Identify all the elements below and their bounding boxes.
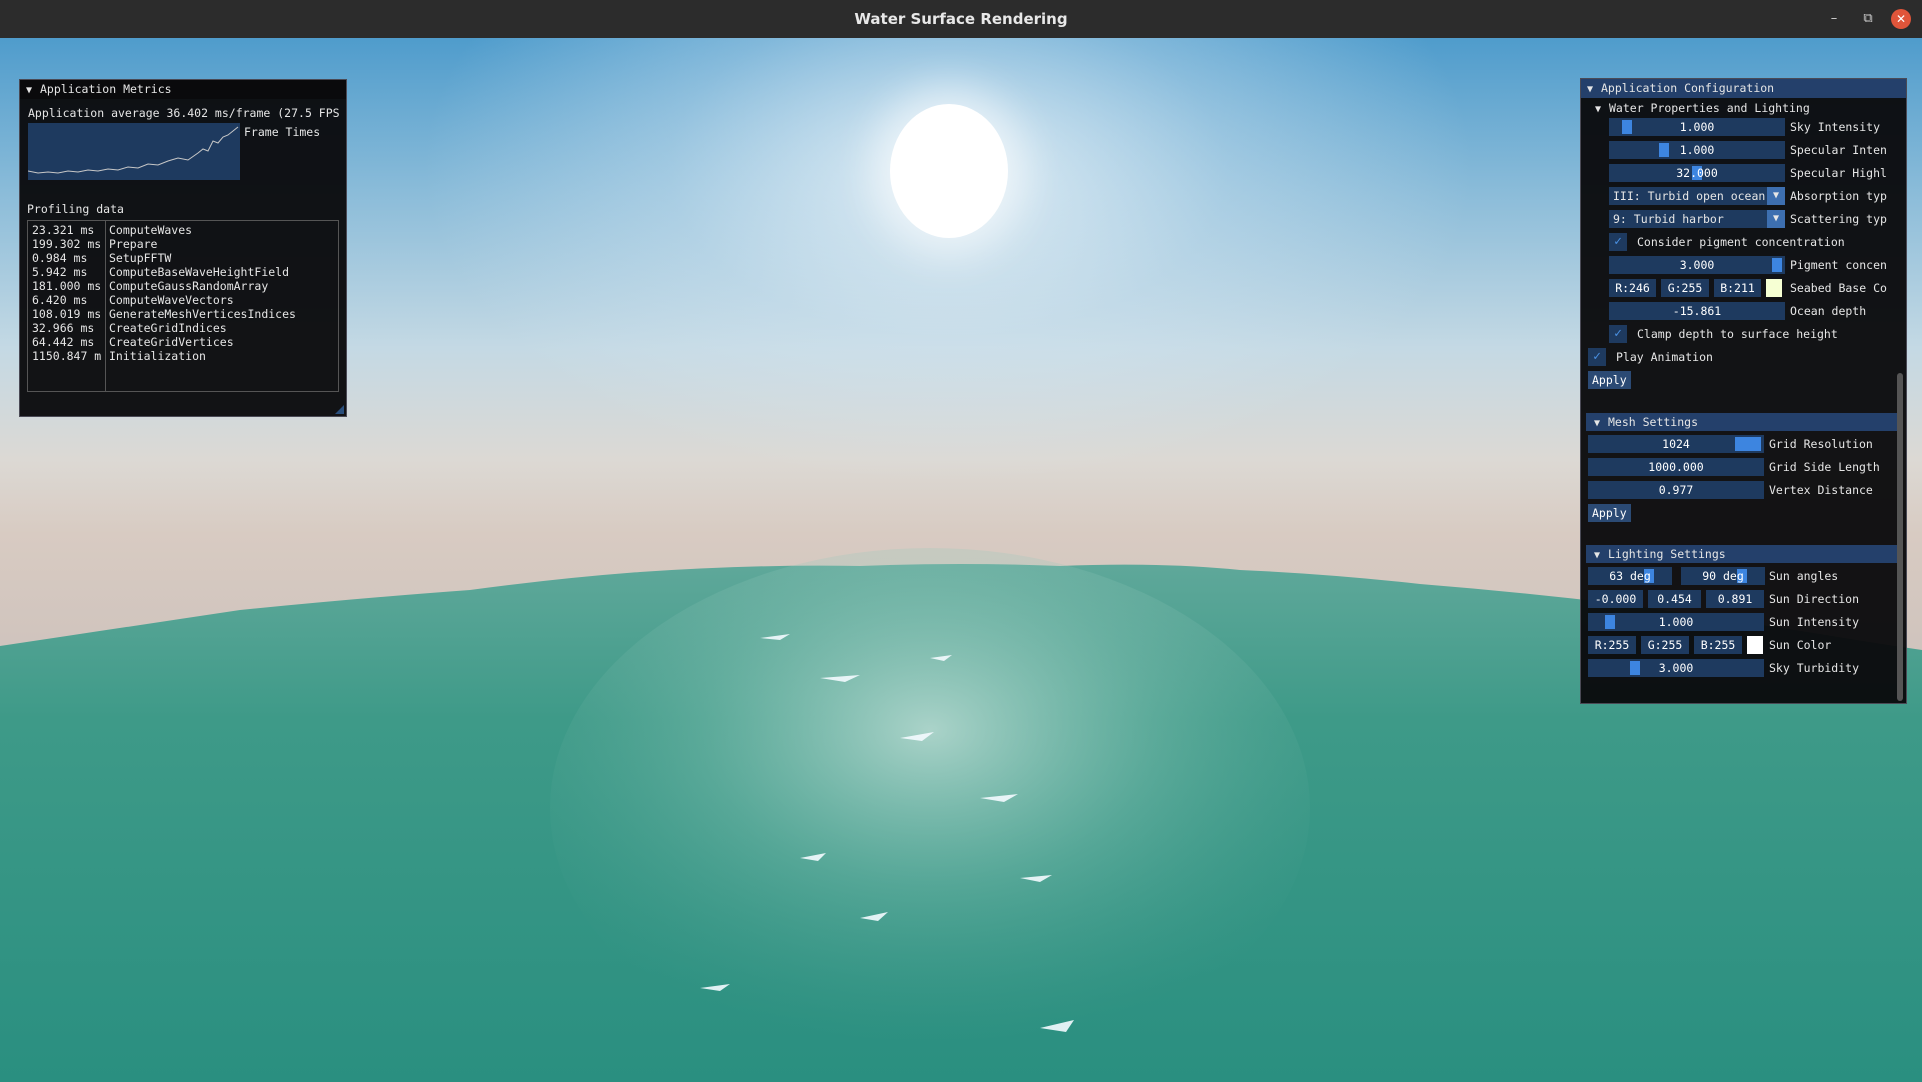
clamp-depth-label: Clamp depth to surface height bbox=[1637, 327, 1838, 341]
seabed-color-swatch[interactable] bbox=[1766, 279, 1782, 297]
profiling-table: 23.321 ms ComputeWaves 199.302 ms Prepare 0.… bbox=[27, 220, 339, 392]
sky-turbidity-slider[interactable]: 3.000 bbox=[1588, 659, 1764, 677]
slider-grab[interactable] bbox=[1605, 615, 1615, 629]
frame-times-line bbox=[27, 126, 239, 174]
mesh-section-header[interactable]: ▼ Mesh Settings bbox=[1586, 413, 1901, 431]
slider-grab[interactable] bbox=[1659, 143, 1669, 157]
config-scrollbar[interactable] bbox=[1897, 373, 1903, 701]
scattering-type-combo[interactable]: 9: Turbid harbor ▼ bbox=[1609, 210, 1785, 228]
close-button[interactable]: ✕ bbox=[1891, 9, 1911, 29]
scattering-type-label: Scattering typ bbox=[1790, 212, 1887, 226]
sky-intensity-slider[interactable]: 1.000 bbox=[1609, 118, 1785, 136]
pigment-checkbox[interactable]: ✓ bbox=[1609, 233, 1627, 251]
collapse-arrow-icon[interactable]: ▼ bbox=[1594, 415, 1608, 433]
grid-resolution-slider[interactable]: 1024 bbox=[1588, 435, 1764, 453]
seabed-color-label: Seabed Base Co bbox=[1790, 281, 1887, 295]
grid-side-length-field[interactable]: 1000.000 bbox=[1588, 458, 1764, 476]
vertex-distance-field[interactable]: 0.977 bbox=[1588, 481, 1764, 499]
sun-angles-label: Sun angles bbox=[1769, 569, 1839, 583]
absorption-type-label: Absorption typ bbox=[1790, 189, 1887, 203]
grid-resolution-label: Grid Resolution bbox=[1769, 437, 1873, 451]
apply-water-button[interactable]: Apply bbox=[1588, 371, 1631, 389]
apply-mesh-button[interactable]: Apply bbox=[1588, 504, 1631, 522]
collapse-arrow-icon[interactable]: ▼ bbox=[1594, 547, 1608, 565]
specular-intensity-label: Specular Inten bbox=[1790, 143, 1887, 157]
sun-intensity-label: Sun Intensity bbox=[1769, 615, 1860, 629]
metrics-title: Application Metrics bbox=[40, 82, 172, 96]
sun-color-g-field[interactable]: G:255 bbox=[1641, 636, 1689, 654]
lighting-section-header[interactable]: ▼ Lighting Settings bbox=[1586, 545, 1901, 563]
specular-highlights-slider[interactable]: 32.000 bbox=[1609, 164, 1785, 182]
slider-grab[interactable] bbox=[1630, 661, 1640, 675]
collapse-arrow-icon[interactable]: ▼ bbox=[26, 81, 40, 100]
profiling-title: Profiling data bbox=[27, 202, 124, 216]
sun-direction-y-field[interactable]: 0.454 bbox=[1648, 590, 1701, 608]
checkmark-icon: ✓ bbox=[1593, 349, 1601, 364]
table-row: 1150.847 m Initialization bbox=[28, 348, 338, 365]
sun-angle-2-slider[interactable]: 90 deg bbox=[1681, 567, 1765, 585]
sun-color-b-field[interactable]: B:255 bbox=[1694, 636, 1742, 654]
checkmark-icon: ✓ bbox=[1614, 234, 1622, 249]
specular-intensity-slider[interactable]: 1.000 bbox=[1609, 141, 1785, 159]
metrics-window[interactable]: ▼ Application Metrics Application average… bbox=[19, 79, 347, 417]
sun-color-label: Sun Color bbox=[1769, 638, 1832, 652]
seabed-r-field[interactable]: R:246 bbox=[1609, 279, 1656, 297]
collapse-arrow-icon[interactable]: ▼ bbox=[1595, 101, 1609, 119]
minimize-button[interactable]: – bbox=[1824, 9, 1844, 29]
config-window[interactable]: ▼ Application Configuration ▼ Water Proper… bbox=[1580, 78, 1907, 704]
vertex-distance-label: Vertex Distance bbox=[1769, 483, 1873, 497]
collapse-arrow-icon[interactable]: ▼ bbox=[1587, 80, 1601, 99]
slider-grab[interactable] bbox=[1735, 437, 1761, 451]
water-section-header[interactable]: ▼ Water Properties and Lighting bbox=[1595, 99, 1810, 119]
row-name: Initialization bbox=[109, 349, 206, 363]
sky-intensity-label: Sky Intensity bbox=[1790, 120, 1881, 134]
ocean-depth-field[interactable]: -15.861 bbox=[1609, 302, 1785, 320]
pigment-checkbox-label: Consider pigment concentration bbox=[1637, 235, 1845, 249]
ocean-depth-label: Ocean depth bbox=[1790, 304, 1867, 318]
window-title-bar: Water Surface Rendering – ⧉ ✕ bbox=[0, 0, 1922, 39]
slider-grab[interactable] bbox=[1772, 258, 1782, 272]
config-header[interactable]: ▼ Application Configuration bbox=[1581, 79, 1906, 98]
play-animation-label: Play Animation bbox=[1616, 350, 1713, 364]
dropdown-arrow-icon[interactable]: ▼ bbox=[1767, 210, 1785, 228]
maximize-button[interactable]: ⧉ bbox=[1858, 9, 1878, 29]
window-title: Water Surface Rendering bbox=[854, 10, 1068, 28]
metrics-header[interactable]: ▼ Application Metrics bbox=[20, 80, 346, 99]
pigment-concentration-slider[interactable]: 3.000 bbox=[1609, 256, 1785, 274]
sun-direction-x-field[interactable]: -0.000 bbox=[1588, 590, 1643, 608]
plot-label: Frame Times bbox=[244, 125, 321, 139]
row-time: 1150.847 m bbox=[32, 349, 102, 363]
clamp-depth-checkbox[interactable]: ✓ bbox=[1609, 325, 1627, 343]
resize-grip[interactable] bbox=[335, 405, 344, 414]
slider-grab[interactable] bbox=[1622, 120, 1632, 134]
absorption-type-combo[interactable]: III: Turbid open ocean ▼ bbox=[1609, 187, 1785, 205]
seabed-b-field[interactable]: B:211 bbox=[1714, 279, 1761, 297]
sun-direction-label: Sun Direction bbox=[1769, 592, 1860, 606]
dropdown-arrow-icon[interactable]: ▼ bbox=[1767, 187, 1785, 205]
checkmark-icon: ✓ bbox=[1614, 326, 1622, 341]
specular-highlights-label: Specular Highl bbox=[1790, 166, 1887, 180]
seabed-g-field[interactable]: G:255 bbox=[1661, 279, 1709, 297]
config-title: Application Configuration bbox=[1601, 81, 1775, 95]
pigment-concentration-label: Pigment concen bbox=[1790, 258, 1887, 272]
sky-turbidity-label: Sky Turbidity bbox=[1769, 661, 1860, 675]
fps-readout: Application average 36.402 ms/frame (27.… bbox=[28, 106, 340, 120]
sun-color-swatch[interactable] bbox=[1747, 636, 1763, 654]
sun-intensity-slider[interactable]: 1.000 bbox=[1588, 613, 1764, 631]
sun-angle-1-slider[interactable]: 63 deg bbox=[1588, 567, 1672, 585]
sun-color-r-field[interactable]: R:255 bbox=[1588, 636, 1636, 654]
frame-times-plot[interactable] bbox=[27, 123, 240, 180]
play-animation-checkbox[interactable]: ✓ bbox=[1588, 348, 1606, 366]
sun-direction-z-field[interactable]: 0.891 bbox=[1706, 590, 1764, 608]
grid-side-length-label: Grid Side Length bbox=[1769, 460, 1880, 474]
